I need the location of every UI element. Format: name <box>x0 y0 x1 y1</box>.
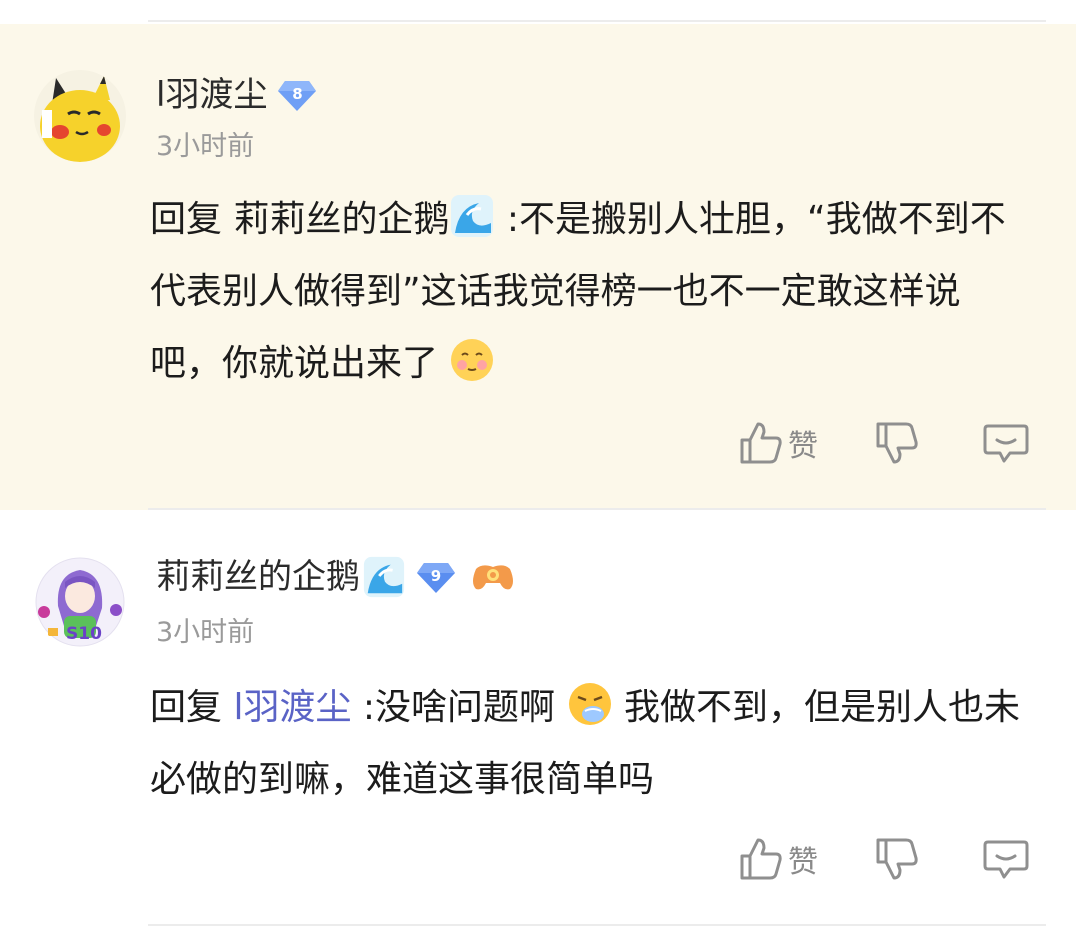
middle-divider <box>148 508 1046 510</box>
avatar-badge-text: S10 <box>66 624 102 644</box>
avatar[interactable] <box>34 70 126 162</box>
comment-thread: l羽渡尘 8 3小时前 回复 莉莉丝的企鹅 :不是搬别人壮胆，“我做不到不代表别… <box>0 0 1076 944</box>
comment-item: S10 莉莉丝的企鹅 9 3小时前 回复 l羽渡尘:没啥问题啊 我做不到，但是… <box>0 512 1076 924</box>
game-controller-badge-icon <box>473 565 513 590</box>
sneezing-face-emoji-icon <box>568 683 611 725</box>
bottom-divider <box>148 924 1046 926</box>
thumbs-up-icon <box>740 838 782 880</box>
thumbs-down-icon <box>876 838 918 880</box>
comment-header: 莉莉丝的企鹅 9 <box>156 552 516 602</box>
comment-bubble-icon <box>983 424 1029 463</box>
like-label: 赞 <box>788 429 818 464</box>
level-number: 9 <box>430 567 442 585</box>
level-number: 8 <box>292 85 303 103</box>
action-bar: 赞 <box>738 420 1030 466</box>
comment-header: l羽渡尘 8 <box>156 70 317 120</box>
comment-item: l羽渡尘 8 3小时前 回复 莉莉丝的企鹅 :不是搬别人壮胆，“我做不到不代表别… <box>0 24 1076 510</box>
username[interactable]: l羽渡尘 <box>156 70 267 120</box>
reply-button[interactable] <box>982 420 1030 466</box>
level-badge: 8 <box>277 77 317 113</box>
mention-link[interactable]: 莉莉丝的企鹅 <box>233 199 449 240</box>
like-label: 赞 <box>788 845 818 880</box>
like-button[interactable]: 赞 <box>738 836 818 882</box>
dislike-button[interactable] <box>874 836 920 882</box>
comment-bubble-icon <box>983 840 1029 879</box>
mention-link[interactable]: l羽渡尘 <box>233 687 351 728</box>
username[interactable]: 莉莉丝的企鹅 <box>156 552 360 602</box>
reply-button[interactable] <box>982 836 1030 882</box>
thumbs-down-icon <box>876 422 918 464</box>
comment-content: 回复 l羽渡尘 :没啥问题啊 我做不到，但是别人也未必做的到嘛，难道这事很简单吗 <box>150 672 1030 816</box>
level-badge: 9 <box>416 559 456 595</box>
timestamp: 3小时前 <box>156 131 255 162</box>
comment-content: 回复 莉莉丝的企鹅 :不是搬别人壮胆，“我做不到不代表别人做得到”这话我觉得榜一… <box>150 184 1030 400</box>
thumbs-up-icon <box>740 422 782 464</box>
dislike-button[interactable] <box>874 420 920 466</box>
top-divider <box>148 20 1046 22</box>
wave-emoji-icon <box>363 556 405 598</box>
blush-face-emoji-icon <box>451 339 494 381</box>
comment-text: :没啥问题啊 <box>351 687 556 728</box>
pikachu-avatar-icon <box>34 70 126 162</box>
wave-emoji-icon <box>451 195 494 237</box>
timestamp: 3小时前 <box>156 617 255 648</box>
like-button[interactable]: 赞 <box>738 420 818 466</box>
action-bar: 赞 <box>738 836 1030 882</box>
reply-prefix: 回复 <box>150 687 223 728</box>
reply-prefix: 回复 <box>150 199 223 240</box>
